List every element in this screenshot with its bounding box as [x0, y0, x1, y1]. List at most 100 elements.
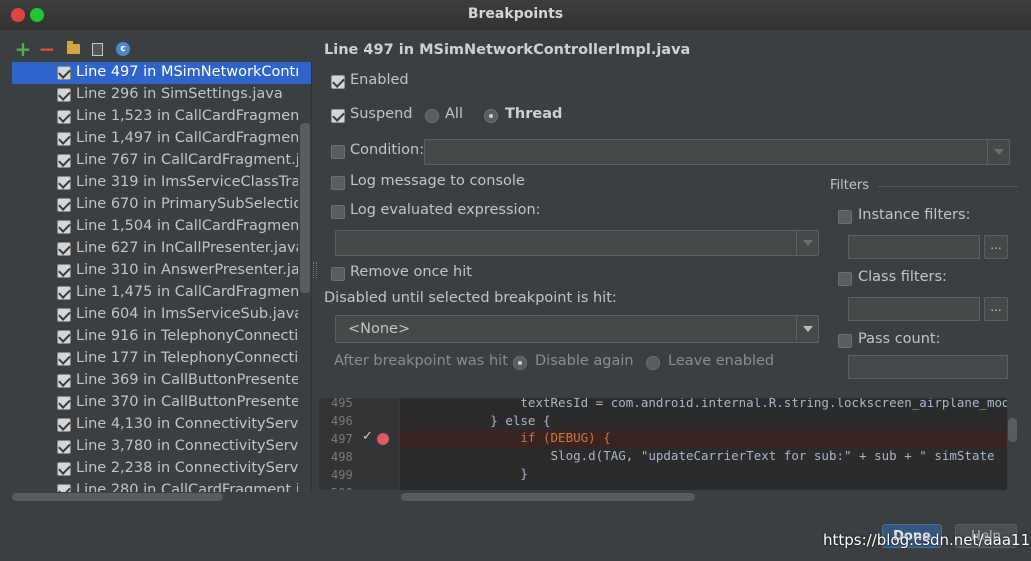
breakpoint-list-item[interactable]: Line 370 in CallButtonPresenter.java: [12, 392, 311, 414]
class-filters-checkbox[interactable]: [838, 272, 852, 286]
breakpoint-list-item[interactable]: Line 319 in ImsServiceClassTracker.java: [12, 172, 311, 194]
breakpoint-list-item[interactable]: Line 767 in CallCardFragment.java: [12, 150, 311, 172]
remove-once-checkbox[interactable]: [331, 267, 345, 281]
instance-filters-input[interactable]: [848, 235, 980, 259]
chevron-down-icon[interactable]: [796, 316, 818, 342]
suspend-thread-radio[interactable]: [484, 109, 498, 123]
class-filters-browse-button[interactable]: ...: [984, 297, 1008, 321]
code-line: textResId = com.android.internal.R.strin…: [400, 398, 1007, 410]
editor-vertical-scrollbar[interactable]: [1008, 418, 1017, 442]
breakpoint-list-item[interactable]: Line 497 in MSimNetworkControllerImpl.ja…: [12, 62, 311, 84]
suspend-thread-label: Thread: [505, 106, 563, 122]
suspend-all-radio[interactable]: [425, 109, 439, 123]
breakpoint-checkbox[interactable]: [57, 484, 71, 492]
breakpoint-label: Line 1,504 in CallCardFragment.java: [76, 218, 298, 234]
disabled-until-combo[interactable]: <None>: [335, 315, 819, 343]
breakpoint-checkbox[interactable]: [57, 440, 71, 454]
breakpoint-list-item[interactable]: Line 604 in ImsServiceSub.java: [12, 304, 311, 326]
breakpoint-checkbox[interactable]: [57, 88, 71, 102]
breakpoint-checkbox[interactable]: [57, 198, 71, 212]
breakpoint-checkbox[interactable]: [57, 308, 71, 322]
class-filters-input[interactable]: [848, 297, 980, 321]
breakpoint-list-item[interactable]: Line 4,130 in ConnectivityService.java: [12, 414, 311, 436]
disable-again-radio[interactable]: [513, 356, 527, 370]
breakpoint-label: Line 369 in CallButtonPresenter.java: [76, 372, 298, 388]
breakpoint-checkbox[interactable]: [57, 176, 71, 190]
breakpoint-label: Line 4,130 in ConnectivityService.java: [76, 416, 298, 432]
folder-icon[interactable]: [64, 40, 82, 58]
document-icon[interactable]: [88, 40, 106, 58]
breakpoint-checkbox[interactable]: [57, 110, 71, 124]
suspend-checkbox[interactable]: [331, 109, 345, 123]
code-line: Slog.d(TAG, "updateCarrierText for sub:"…: [400, 448, 995, 463]
disabled-until-value: <None>: [348, 321, 411, 337]
instance-filters-checkbox[interactable]: [838, 210, 852, 224]
breakpoint-checkbox[interactable]: [57, 286, 71, 300]
breakpoint-checkbox[interactable]: [57, 220, 71, 234]
condition-combo[interactable]: [424, 139, 1010, 165]
breakpoint-checkbox[interactable]: [57, 396, 71, 410]
remove-once-label: Remove once hit: [350, 264, 472, 280]
condition-checkbox[interactable]: [331, 145, 345, 159]
code-preview[interactable]: 495 496 497 498 499 500 ✓ textResId = co…: [319, 398, 1007, 490]
breakpoint-checkbox[interactable]: [57, 154, 71, 168]
log-message-checkbox[interactable]: [331, 176, 345, 190]
breakpoint-list-item[interactable]: Line 627 in InCallPresenter.java: [12, 238, 311, 260]
editor-horizontal-scrollbar[interactable]: [401, 493, 695, 501]
log-expression-checkbox[interactable]: [331, 205, 345, 219]
instance-filters-label: Instance filters:: [858, 207, 971, 223]
breakpoint-checkbox[interactable]: [57, 374, 71, 388]
breakpoint-checkbox[interactable]: [57, 264, 71, 278]
breakpoint-list-item[interactable]: Line 280 in CallCardFragment.java: [12, 480, 311, 492]
breakpoint-label: Line 2,238 in ConnectivityService.java: [76, 460, 298, 476]
breakpoint-list-item[interactable]: Line 2,238 in ConnectivityService.java: [12, 458, 311, 480]
enabled-label: Enabled: [350, 72, 409, 88]
breakpoint-label: Line 3,780 in ConnectivityService.java: [76, 438, 298, 454]
splitter-handle[interactable]: [313, 262, 317, 278]
breakpoint-checkbox[interactable]: [57, 352, 71, 366]
breakpoint-checkbox[interactable]: [57, 66, 71, 80]
instance-filters-browse-button[interactable]: ...: [984, 235, 1008, 259]
code-line-highlighted: if (DEBUG) {: [400, 430, 1007, 448]
breakpoint-list-item[interactable]: Line 310 in AnswerPresenter.java: [12, 260, 311, 282]
breakpoint-label: Line 1,497 in CallCardFragment.java: [76, 130, 298, 146]
breakpoint-list-item[interactable]: Line 369 in CallButtonPresenter.java: [12, 370, 311, 392]
class-icon[interactable]: c: [114, 40, 132, 58]
breakpoint-list-item[interactable]: Line 1,523 in CallCardFragment.java: [12, 106, 311, 128]
breakpoint-list-item[interactable]: Line 296 in SimSettings.java: [12, 84, 311, 106]
breakpoint-list-item[interactable]: Line 916 in TelephonyConnectionService.j…: [12, 326, 311, 348]
breakpoint-list-item[interactable]: Line 1,504 in CallCardFragment.java: [12, 216, 311, 238]
breakpoint-label: Line 310 in AnswerPresenter.java: [76, 262, 298, 278]
breakpoint-checkbox[interactable]: [57, 330, 71, 344]
minus-icon[interactable]: −: [38, 37, 56, 61]
breakpoint-checkbox[interactable]: [57, 418, 71, 432]
checkmark-icon: ✓: [362, 429, 373, 444]
breakpoint-label: Line 280 in CallCardFragment.java: [76, 482, 298, 492]
enabled-checkbox[interactable]: [331, 75, 345, 89]
chevron-down-icon[interactable]: [796, 231, 818, 255]
chevron-down-icon[interactable]: [987, 140, 1009, 164]
list-horizontal-scrollbar[interactable]: [12, 493, 223, 501]
breakpoint-checkbox[interactable]: [57, 132, 71, 146]
plus-icon[interactable]: +: [14, 37, 32, 61]
breakpoint-label: Line 319 in ImsServiceClassTracker.java: [76, 174, 298, 190]
line-number: 496: [331, 414, 353, 428]
line-number: 498: [331, 450, 353, 464]
breakpoint-list-item[interactable]: Line 670 in PrimarySubSelectionControlle…: [12, 194, 311, 216]
leave-enabled-radio[interactable]: [646, 356, 660, 370]
pass-count-checkbox[interactable]: [838, 334, 852, 348]
list-vertical-scrollbar[interactable]: [300, 123, 310, 293]
breakpoint-list-item[interactable]: Line 3,780 in ConnectivityService.java: [12, 436, 311, 458]
breakpoint-list-item[interactable]: Line 177 in TelephonyConnectionService.j…: [12, 348, 311, 370]
log-expression-combo[interactable]: [335, 230, 819, 256]
breakpoint-list-item[interactable]: Line 1,475 in CallCardFragment.java: [12, 282, 311, 304]
pass-count-input[interactable]: [848, 355, 1008, 379]
breakpoint-checkbox[interactable]: [57, 242, 71, 256]
filters-heading: Filters: [830, 178, 869, 193]
breakpoint-label: Line 916 in TelephonyConnectionService.j…: [76, 328, 298, 344]
breakpoint-list-item[interactable]: Line 1,497 in CallCardFragment.java: [12, 128, 311, 150]
breakpoint-title: Line 497 in MSimNetworkControllerImpl.ja…: [324, 42, 691, 58]
breakpoint-icon[interactable]: [377, 433, 389, 445]
breakpoint-checkbox[interactable]: [57, 462, 71, 476]
leave-enabled-label: Leave enabled: [668, 353, 775, 369]
